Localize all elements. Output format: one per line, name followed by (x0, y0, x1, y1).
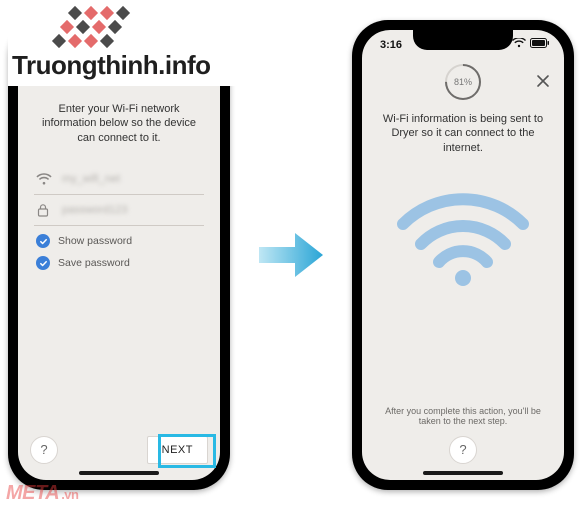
wifi-icon (36, 172, 52, 186)
arrow-icon (255, 225, 327, 285)
lock-icon (36, 203, 52, 217)
brand-logo-text: Truongthinh.info (12, 50, 244, 81)
screen-left: 3:15 Enter your Wi- (18, 30, 220, 480)
check-icon (36, 234, 50, 248)
help-button[interactable]: ? (30, 436, 58, 464)
brand-logo-overlay: Truongthinh.info (8, 0, 244, 86)
save-password-label: Save password (58, 257, 130, 269)
help-button[interactable]: ? (449, 436, 477, 464)
status-time: 3:16 (380, 39, 402, 51)
wifi-status-icon (512, 38, 526, 51)
wifi-ssid-field[interactable]: my_wifi_net (34, 164, 204, 195)
wifi-instruction-text: Enter your Wi-Fi network information bel… (18, 92, 220, 147)
save-password-row[interactable]: Save password (34, 248, 204, 270)
logo-mark (14, 6, 164, 50)
battery-icon (530, 38, 550, 51)
watermark-main: META (6, 482, 59, 504)
home-indicator (423, 471, 503, 475)
home-indicator (79, 471, 159, 475)
wifi-form: my_wifi_net password123 Show password (18, 146, 220, 270)
show-password-label: Show password (58, 235, 132, 247)
phone-mock-right: 3:16 81% (352, 20, 574, 490)
close-icon[interactable] (534, 72, 552, 90)
show-password-row[interactable]: Show password (34, 226, 204, 248)
phone-mock-left: 3:15 Enter your Wi- (8, 20, 230, 490)
watermark-suffix: .vn (61, 487, 78, 502)
next-step-note: After you complete this action, you'll b… (362, 394, 564, 426)
check-icon (36, 256, 50, 270)
wifi-password-field[interactable]: password123 (34, 195, 204, 226)
watermark: META.vn (6, 482, 78, 505)
help-icon: ? (459, 442, 466, 457)
screen-right: 3:16 81% (362, 30, 564, 480)
wifi-large-icon (362, 156, 564, 292)
help-icon: ? (40, 442, 47, 457)
header-row: 81% (362, 56, 564, 102)
progress-indicator: 81% (445, 64, 481, 100)
progress-percent: 81% (454, 77, 472, 87)
wifi-ssid-value: my_wifi_net (62, 173, 120, 185)
wifi-password-value: password123 (62, 204, 127, 216)
sending-instruction-text: Wi-Fi information is being sent to Dryer… (362, 102, 564, 157)
notch (413, 30, 513, 50)
next-button[interactable]: NEXT (147, 436, 208, 464)
